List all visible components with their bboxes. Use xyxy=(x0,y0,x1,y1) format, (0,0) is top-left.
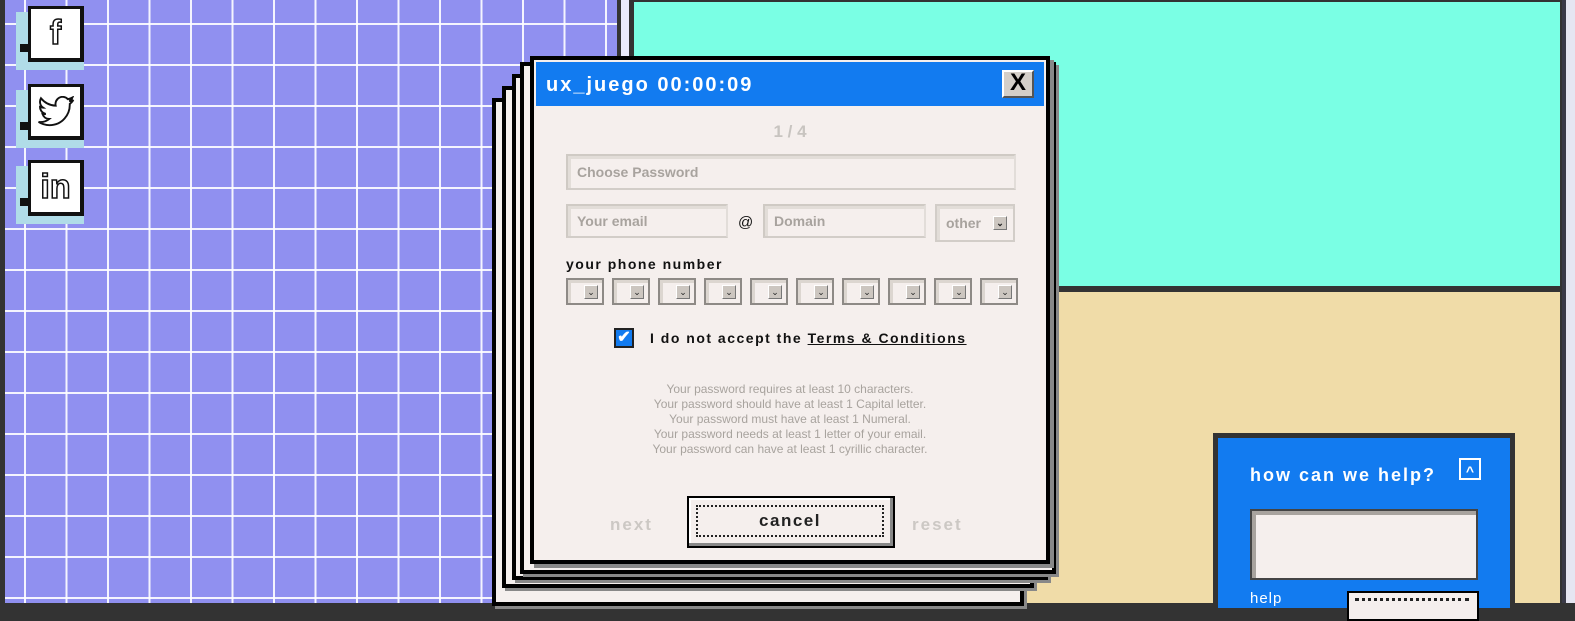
terms-row: ✔ I do not accept the Terms & Conditions xyxy=(614,328,967,348)
help-title: how can we help? xyxy=(1250,465,1437,485)
linkedin-button[interactable]: in xyxy=(16,160,88,224)
twitter-button[interactable] xyxy=(16,84,88,148)
phone-digit-select[interactable]: ⌄ xyxy=(566,278,604,305)
domain-select[interactable]: other ⌄ xyxy=(935,204,1015,242)
speech-tail xyxy=(20,198,28,206)
password-rules: Your password requires at least 10 chara… xyxy=(534,382,1046,457)
signup-dialog: ux_juego 00:00:09 X 1 / 4 @ other ⌄ your… xyxy=(530,56,1050,564)
chevron-down-icon: ⌄ xyxy=(952,285,966,299)
phone-digit-select[interactable]: ⌄ xyxy=(980,278,1018,305)
phone-digit-select[interactable]: ⌄ xyxy=(750,278,788,305)
speech-tail xyxy=(20,44,28,52)
phone-digit-select[interactable]: ⌄ xyxy=(842,278,880,305)
email-input[interactable] xyxy=(566,204,728,238)
chevron-down-icon: ⌄ xyxy=(768,285,782,299)
chevron-down-icon: ⌄ xyxy=(814,285,828,299)
rule-line: Your password should have at least 1 Cap… xyxy=(653,397,927,411)
close-icon: X xyxy=(1009,69,1026,96)
phone-digit-select[interactable]: ⌄ xyxy=(796,278,834,305)
chevron-down-icon: ⌄ xyxy=(630,285,644,299)
step-indicator: 1 / 4 xyxy=(773,122,807,141)
speech-tail xyxy=(20,122,28,130)
chevron-down-icon: ⌄ xyxy=(722,285,736,299)
linkedin-icon: in xyxy=(40,167,72,207)
dialog-titlebar[interactable]: ux_juego 00:00:09 X xyxy=(536,62,1044,106)
cancel-label: cancel xyxy=(696,505,884,537)
rule-line: Your password must have at least 1 Numer… xyxy=(669,412,911,426)
terms-label: I do not accept the Terms & Conditions xyxy=(650,330,967,346)
reset-button[interactable]: reset xyxy=(912,515,963,535)
chevron-down-icon: ⌄ xyxy=(998,285,1012,299)
domain-select-value: other xyxy=(946,215,981,231)
linkedin-box: in xyxy=(28,160,84,216)
twitter-icon xyxy=(37,95,74,126)
help-submit-button[interactable] xyxy=(1347,591,1479,621)
help-label: help xyxy=(1250,590,1283,607)
rule-line: Your password requires at least 10 chara… xyxy=(666,382,914,396)
chevron-down-icon: ⌄ xyxy=(906,285,920,299)
twitter-box xyxy=(28,84,84,140)
focus-ring xyxy=(1355,598,1469,601)
chevron-down-icon: ⌄ xyxy=(584,285,598,299)
password-input[interactable] xyxy=(566,154,1016,190)
facebook-box: f xyxy=(28,6,84,62)
terms-checkbox[interactable]: ✔ xyxy=(614,328,634,348)
phone-digit-select[interactable]: ⌄ xyxy=(658,278,696,305)
phone-digit-select[interactable]: ⌄ xyxy=(612,278,650,305)
facebook-button[interactable]: f xyxy=(16,6,88,70)
cancel-button[interactable]: cancel xyxy=(687,496,895,548)
terms-link[interactable]: Terms & Conditions xyxy=(808,330,967,346)
chevron-down-icon: ⌄ xyxy=(860,285,874,299)
chevron-down-icon: ⌄ xyxy=(993,216,1007,230)
close-button[interactable]: X xyxy=(1002,70,1034,98)
check-icon: ✔ xyxy=(617,329,631,346)
help-widget: how can we help? ^ help xyxy=(1213,433,1515,621)
phone-digit-selects: ⌄ ⌄ ⌄ ⌄ ⌄ ⌄ ⌄ ⌄ ⌄ ⌄ xyxy=(566,278,1018,305)
right-edge-highlight xyxy=(1566,0,1575,603)
phone-label: your phone number xyxy=(566,256,723,272)
rule-line: Your password can have at least 1 cyrill… xyxy=(652,442,928,456)
phone-digit-select[interactable]: ⌄ xyxy=(888,278,926,305)
phone-digit-select[interactable]: ⌄ xyxy=(704,278,742,305)
collapse-button[interactable]: ^ xyxy=(1459,458,1481,480)
phone-digit-select[interactable]: ⌄ xyxy=(934,278,972,305)
rule-line: Your password needs at least 1 letter of… xyxy=(653,427,927,441)
facebook-icon: f xyxy=(49,13,62,53)
terms-prefix: I do not accept the xyxy=(650,330,803,346)
next-button[interactable]: next xyxy=(610,515,653,535)
help-textarea[interactable] xyxy=(1250,509,1478,580)
chevron-down-icon: ⌄ xyxy=(676,285,690,299)
domain-input[interactable] xyxy=(763,204,926,238)
at-sign: @ xyxy=(738,214,754,231)
dialog-title: ux_juego 00:00:09 xyxy=(546,74,754,96)
chevron-up-icon: ^ xyxy=(1465,463,1475,479)
